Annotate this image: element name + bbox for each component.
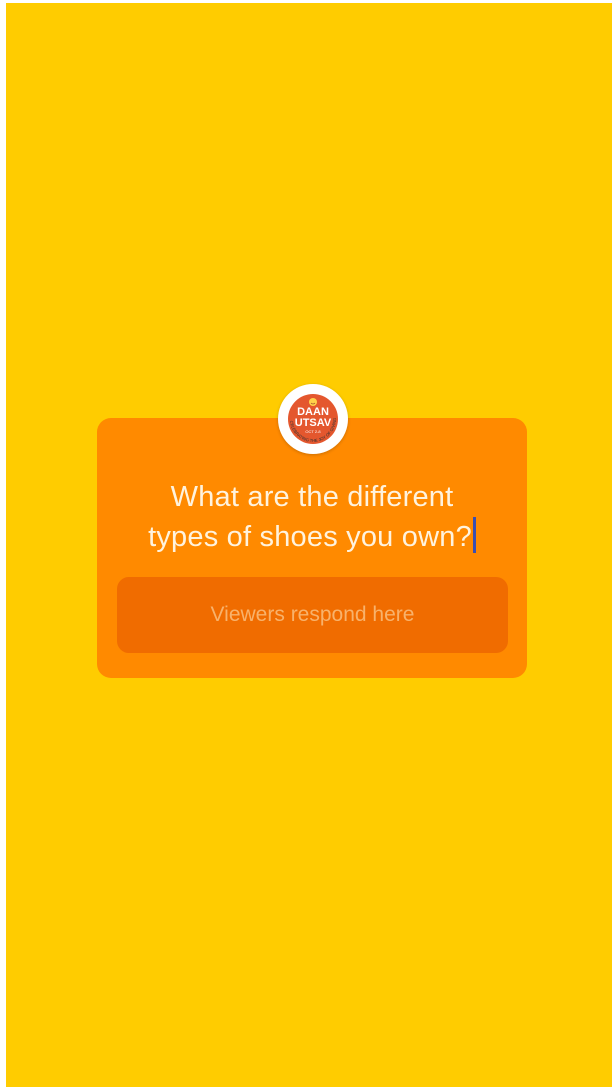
profile-avatar-logo: DAAN UTSAV OCT 2-8 CELEBRATING THE JOY O…: [278, 384, 348, 454]
daan-utsav-logo-icon: DAAN UTSAV OCT 2-8 CELEBRATING THE JOY O…: [278, 384, 346, 452]
text-cursor: [472, 517, 476, 553]
logo-text-utsav: UTSAV: [295, 417, 332, 429]
question-line-2: types of shoes you own?: [97, 517, 527, 557]
question-line-1: What are the different: [170, 481, 454, 513]
respond-placeholder: Viewers respond here: [210, 603, 415, 626]
question-text[interactable]: What are the different types of shoes yo…: [97, 477, 527, 557]
logo-dates: OCT 2-8: [305, 429, 321, 434]
viewers-respond-field[interactable]: Viewers respond here: [117, 577, 508, 653]
question-line-2-text: types of shoes you own?: [148, 521, 472, 553]
